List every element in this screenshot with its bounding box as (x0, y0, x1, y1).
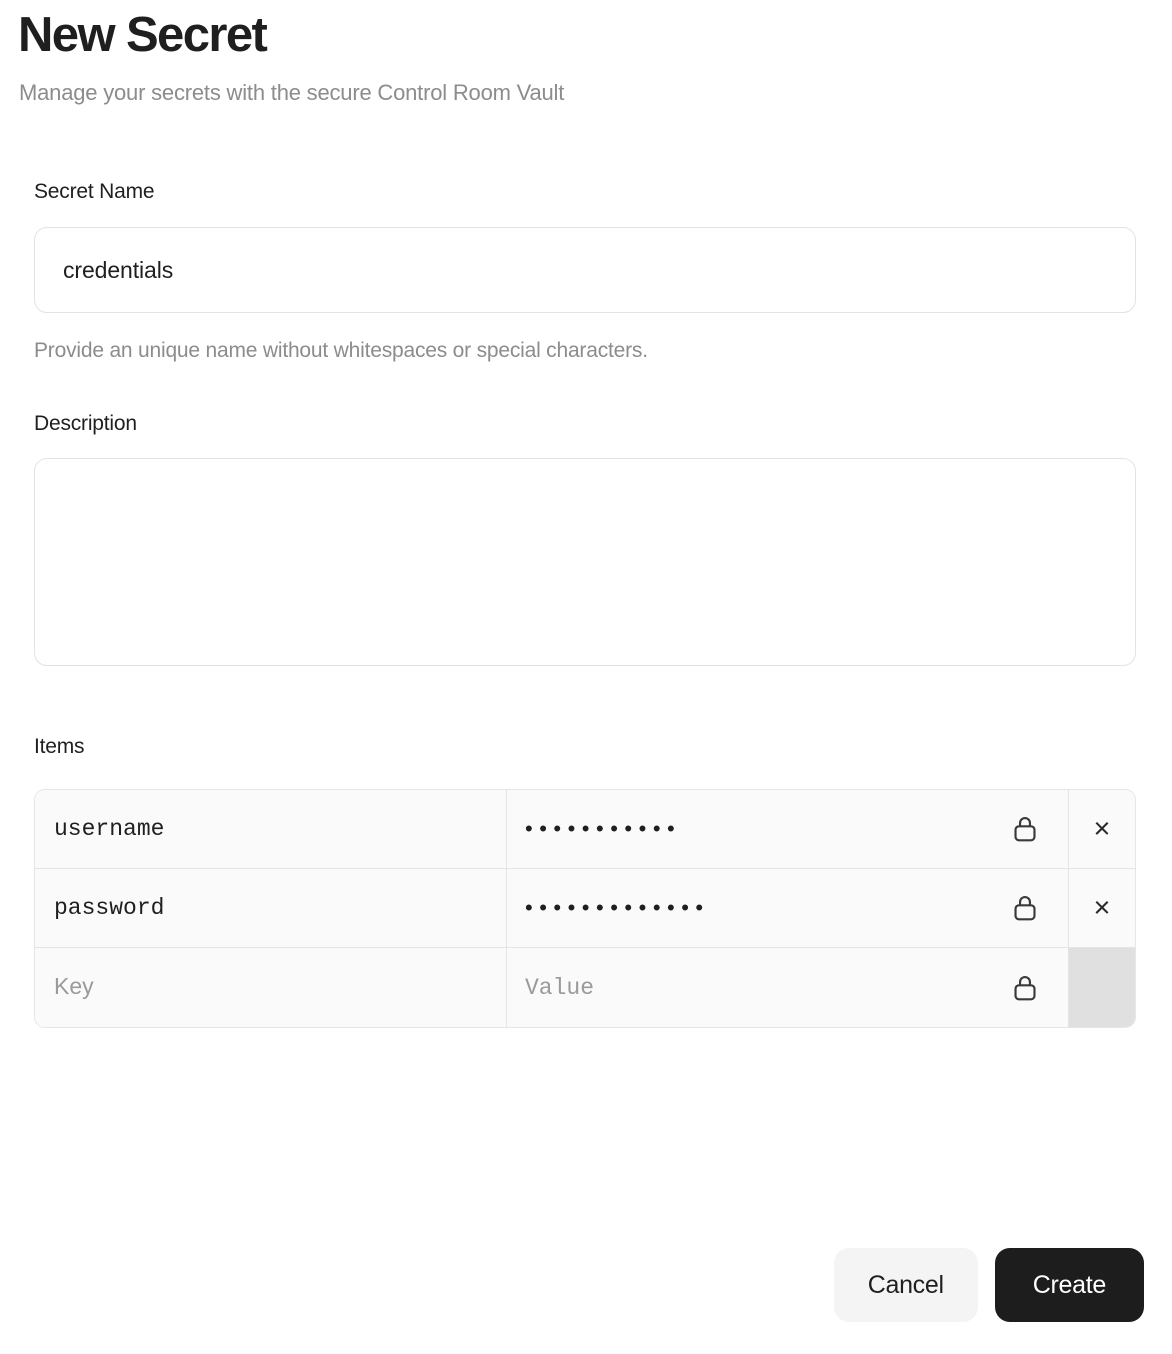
page-header: New Secret Manage your secrets with the … (0, 0, 1172, 106)
cancel-button[interactable]: Cancel (833, 1248, 978, 1322)
item-value-cell[interactable]: ••••••••••• (507, 790, 1069, 869)
item-remove-cell-disabled (1069, 948, 1135, 1028)
form-actions: Cancel Create (833, 1248, 1144, 1322)
item-key-cell[interactable] (35, 869, 507, 948)
item-key-input[interactable] (52, 815, 506, 844)
item-value-cell-new[interactable]: Value (507, 948, 1069, 1028)
table-row-new: Value (35, 948, 1135, 1028)
item-value-masked[interactable]: ••••••••••• (525, 816, 1008, 842)
page-title: New Secret (18, 8, 268, 62)
item-key-cell[interactable] (35, 790, 507, 869)
item-value-cell[interactable]: ••••••••••••• (507, 869, 1069, 948)
close-icon[interactable]: × (1094, 814, 1111, 844)
lock-icon[interactable] (1008, 971, 1042, 1005)
page-subtitle: Manage your secrets with the secure Cont… (19, 79, 565, 105)
new-secret-page: New Secret Manage your secrets with the … (0, 0, 1172, 1354)
item-remove-cell[interactable]: × (1069, 869, 1135, 948)
description-label: Description (34, 411, 137, 435)
item-value-placeholder[interactable]: Value (525, 975, 1008, 1001)
item-key-input-new[interactable] (52, 973, 506, 1002)
secret-name-helper-text: Provide an unique name without whitespac… (34, 339, 648, 363)
secret-name-field-group: Secret Name Provide an unique name witho… (34, 179, 1136, 363)
create-button[interactable]: Create (994, 1248, 1144, 1322)
lock-icon[interactable] (1008, 891, 1042, 925)
item-key-input[interactable] (52, 894, 506, 923)
item-key-cell-new[interactable] (35, 948, 507, 1028)
item-value-masked[interactable]: ••••••••••••• (525, 895, 1008, 921)
items-table: ••••••••••• × (34, 789, 1136, 1029)
items-label: Items (34, 734, 85, 758)
items-field-group: Items ••••••••••• (34, 734, 1136, 1029)
item-remove-cell[interactable]: × (1069, 790, 1135, 869)
description-field-group: Description (34, 411, 1136, 666)
secret-name-input[interactable] (34, 227, 1136, 314)
description-textarea[interactable] (34, 457, 1136, 666)
lock-icon[interactable] (1008, 812, 1042, 846)
table-row: ••••••••••• × (35, 790, 1135, 870)
close-icon[interactable]: × (1094, 893, 1111, 923)
secret-name-label: Secret Name (34, 180, 155, 204)
secret-form: Secret Name Provide an unique name witho… (0, 179, 1172, 1029)
table-row: ••••••••••••• × (35, 869, 1135, 949)
